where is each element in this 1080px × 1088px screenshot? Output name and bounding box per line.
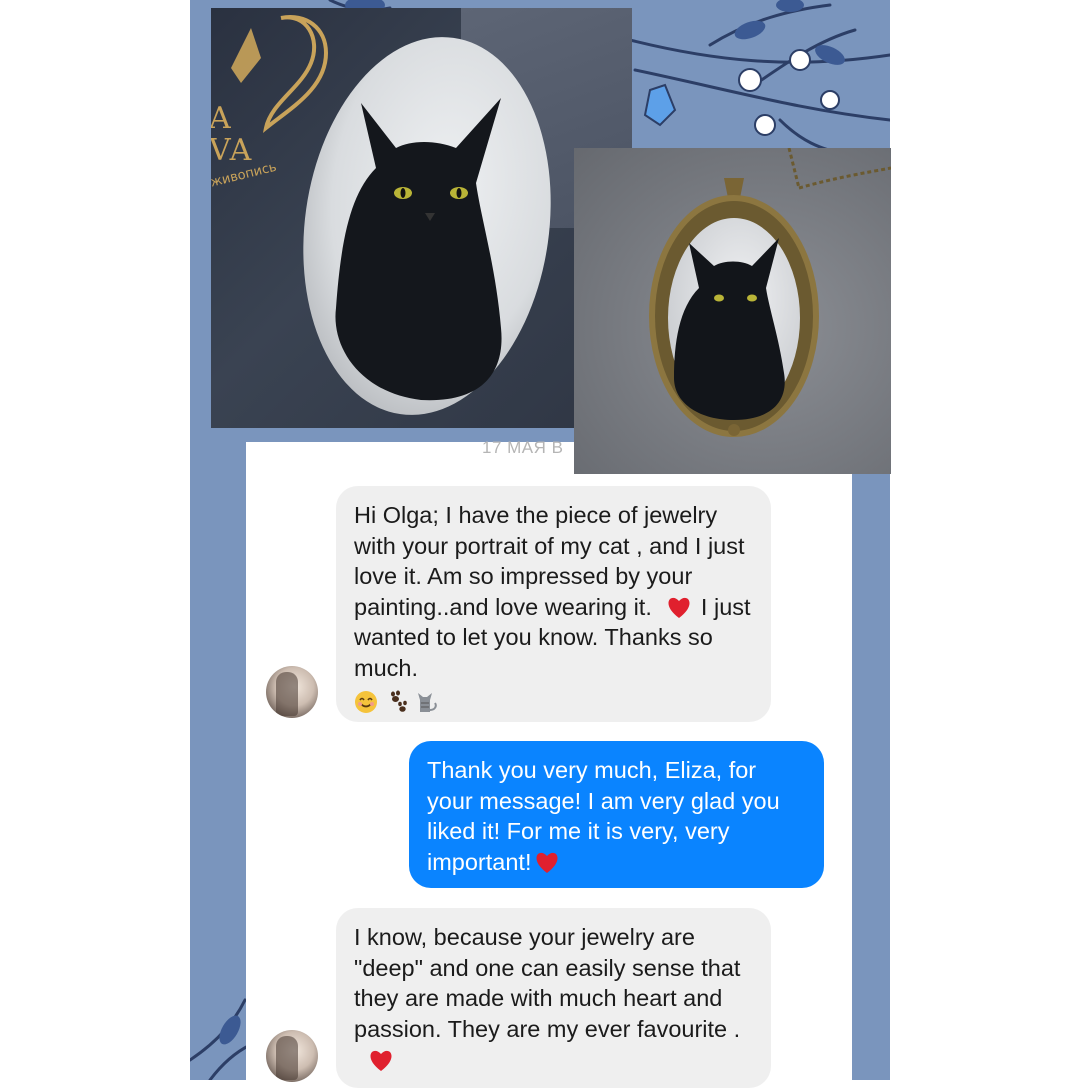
pendant-illustration <box>649 148 891 437</box>
cat-pendant-photo <box>574 148 891 474</box>
smiling-face-icon <box>355 690 377 713</box>
message-text: Thank you very much, Eliza, for your mes… <box>427 757 780 875</box>
cabochon-illustration <box>231 15 551 415</box>
brand-logo-text: A VA <box>211 101 253 168</box>
emoji-row <box>354 685 753 716</box>
sender-avatar[interactable] <box>266 666 318 718</box>
date-stamp: 17 МАЯ В <box>482 438 564 457</box>
sender-avatar[interactable] <box>266 1030 318 1082</box>
heart-icon <box>535 853 558 874</box>
incoming-message-bubble: Hi Olga; I have the piece of jewelry wit… <box>336 486 771 722</box>
cat-icon <box>418 692 437 712</box>
outgoing-message-bubble: Thank you very much, Eliza, for your mes… <box>409 741 824 888</box>
message-text: I know, because your jewelry are "deep" … <box>354 924 741 1042</box>
paw-prints-icon <box>390 690 407 712</box>
cat-cabochon-photo: A VA живопись <box>211 8 632 428</box>
heart-icon <box>668 598 690 619</box>
heart-icon <box>370 1050 392 1071</box>
incoming-message-bubble: I know, because your jewelry are "deep" … <box>336 908 771 1088</box>
